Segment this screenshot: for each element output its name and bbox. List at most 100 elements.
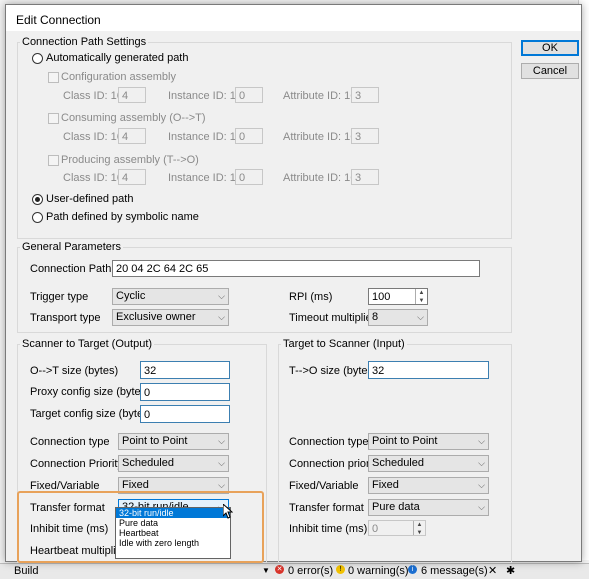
in-fixed-variable-select[interactable]: Fixed ⌵: [368, 477, 489, 494]
user-defined-path-label[interactable]: User-defined path: [46, 193, 133, 205]
in-fixed-variable-label: Fixed/Variable: [289, 480, 359, 492]
transport-type-select[interactable]: Exclusive owner ⌵: [112, 309, 229, 326]
symbolic-path-radio[interactable]: [32, 212, 43, 223]
warning-count[interactable]: 0 warning(s): [348, 565, 409, 577]
status-bar: Build ▼ ✕ 0 error(s) ! 0 warning(s) i 6 …: [0, 563, 589, 579]
trigger-type-value: Cyclic: [116, 290, 146, 302]
mouse-cursor-icon: [223, 504, 233, 519]
producing-assembly-checkbox[interactable]: [48, 155, 59, 166]
fixed-variable-value: Fixed: [122, 479, 149, 491]
config-assembly-label: Configuration assembly: [61, 71, 176, 83]
class-id-field[interactable]: 4: [118, 87, 146, 103]
connection-type-label: Connection type: [30, 436, 110, 448]
tools-icon[interactable]: ✱: [506, 564, 515, 577]
connection-type-select[interactable]: Point to Point ⌵: [118, 433, 229, 450]
instance-id-field[interactable]: 0: [235, 128, 263, 144]
in-inhibit-time-value: 0: [372, 523, 379, 535]
spin-down-icon[interactable]: ▼: [416, 297, 427, 305]
in-inhibit-time-label: Inhibit time (ms): [289, 523, 368, 535]
spin-up-icon[interactable]: ▲: [416, 289, 427, 297]
dropdown-option[interactable]: 32-bit run/idle: [116, 508, 230, 518]
transport-type-label: Transport type: [30, 312, 101, 324]
in-connection-type-value: Point to Point: [372, 435, 438, 447]
spin-down-icon[interactable]: ▼: [414, 529, 425, 537]
config-assembly-checkbox[interactable]: [48, 72, 59, 83]
instance-id-field[interactable]: 0: [235, 169, 263, 185]
rpi-value: 100: [372, 291, 391, 303]
auto-path-label[interactable]: Automatically generated path: [46, 52, 188, 64]
chevron-down-icon: ⌵: [478, 480, 485, 490]
chevron-down-icon: ⌵: [218, 436, 225, 446]
consuming-assembly-checkbox[interactable]: [48, 113, 59, 124]
in-connection-type-label: Connection type: [289, 436, 369, 448]
target-to-scanner-title: Target to Scanner (Input): [281, 338, 407, 350]
error-count[interactable]: 0 error(s): [288, 565, 333, 577]
in-connection-priority-select[interactable]: Scheduled ⌵: [368, 455, 489, 472]
dropdown-arrow-icon[interactable]: ▼: [262, 566, 270, 575]
timeout-multiplier-select[interactable]: 8 ⌵: [368, 309, 428, 326]
build-tab-label[interactable]: Build: [14, 565, 38, 577]
cancel-button[interactable]: Cancel: [521, 63, 579, 79]
user-defined-path-radio[interactable]: [32, 194, 43, 205]
ot-size-label: O-->T size (bytes): [30, 365, 119, 377]
attribute-id-field[interactable]: 3: [351, 128, 379, 144]
proxy-config-label: Proxy config size (bytes): [30, 386, 150, 398]
dialog-title: Edit Connection: [16, 13, 101, 27]
chevron-down-icon: ⌵: [478, 502, 485, 512]
trigger-type-label: Trigger type: [30, 291, 89, 303]
info-icon: i: [408, 565, 417, 574]
connection-priority-label: Connection Priority: [30, 458, 123, 470]
attribute-id-field[interactable]: 3: [351, 169, 379, 185]
in-transfer-format-value: Pure data: [372, 501, 420, 513]
connection-priority-value: Scheduled: [122, 457, 174, 469]
message-count[interactable]: 6 message(s): [421, 565, 488, 577]
connection-path-label: Connection Path: [30, 263, 112, 275]
rpi-input[interactable]: 100 ▲ ▼: [368, 288, 428, 305]
spin-up-icon[interactable]: ▲: [414, 521, 425, 529]
general-parameters-title: General Parameters: [20, 241, 124, 253]
dropdown-option[interactable]: Heartbeat: [116, 528, 230, 538]
in-fixed-variable-value: Fixed: [372, 479, 399, 491]
trigger-type-select[interactable]: Cyclic ⌵: [112, 288, 229, 305]
rpi-spinner[interactable]: ▲ ▼: [415, 289, 427, 304]
chevron-down-icon: ⌵: [417, 312, 424, 322]
error-icon: ✕: [275, 565, 284, 574]
in-connection-type-select[interactable]: Point to Point ⌵: [368, 433, 489, 450]
in-transfer-format-select[interactable]: Pure data ⌵: [368, 499, 489, 516]
target-config-input[interactable]: 0: [140, 405, 230, 423]
connection-path-input[interactable]: 20 04 2C 64 2C 65: [112, 260, 480, 277]
chevron-down-icon: ⌵: [478, 436, 485, 446]
edit-connection-dialog: Edit Connection OK Cancel Connection Pat…: [5, 4, 582, 563]
in-connection-priority-value: Scheduled: [372, 457, 424, 469]
class-id-field[interactable]: 4: [118, 128, 146, 144]
timeout-multiplier-label: Timeout multiplier: [289, 312, 376, 324]
inhibit-spinner[interactable]: ▲ ▼: [413, 521, 425, 537]
transport-type-value: Exclusive owner: [116, 311, 196, 323]
to-size-label: T-->O size (bytes): [289, 365, 377, 377]
to-size-input[interactable]: 32: [368, 361, 489, 379]
producing-assembly-label: Producing assembly (T-->O): [61, 154, 199, 166]
proxy-config-input[interactable]: 0: [140, 383, 230, 401]
chevron-down-icon: ⌵: [478, 458, 485, 468]
instance-id-field[interactable]: 0: [235, 87, 263, 103]
class-id-field[interactable]: 4: [118, 169, 146, 185]
in-transfer-format-label: Transfer format: [289, 502, 364, 514]
dialog-titlebar: Edit Connection: [6, 5, 581, 31]
connection-priority-select[interactable]: Scheduled ⌵: [118, 455, 229, 472]
transfer-format-dropdown-list: 32-bit run/idle Pure data Heartbeat Idle…: [115, 507, 231, 559]
target-config-label: Target config size (bytes): [30, 408, 153, 420]
scanner-to-target-title: Scanner to Target (Output): [20, 338, 155, 350]
symbolic-path-label[interactable]: Path defined by symbolic name: [46, 211, 199, 223]
clear-icon[interactable]: ✕: [488, 564, 497, 577]
in-connection-priority-label: Connection priority: [289, 458, 381, 470]
ok-button[interactable]: OK: [521, 40, 579, 56]
auto-path-radio[interactable]: [32, 53, 43, 64]
ot-size-input[interactable]: 32: [140, 361, 230, 379]
chevron-down-icon: ⌵: [218, 291, 225, 301]
in-inhibit-time-input[interactable]: 0 ▲ ▼: [368, 520, 426, 536]
dropdown-option[interactable]: Pure data: [116, 518, 230, 528]
attribute-id-field[interactable]: 3: [351, 87, 379, 103]
dropdown-option[interactable]: Idle with zero length: [116, 538, 230, 548]
chevron-down-icon: ⌵: [218, 312, 225, 322]
connection-type-value: Point to Point: [122, 435, 188, 447]
